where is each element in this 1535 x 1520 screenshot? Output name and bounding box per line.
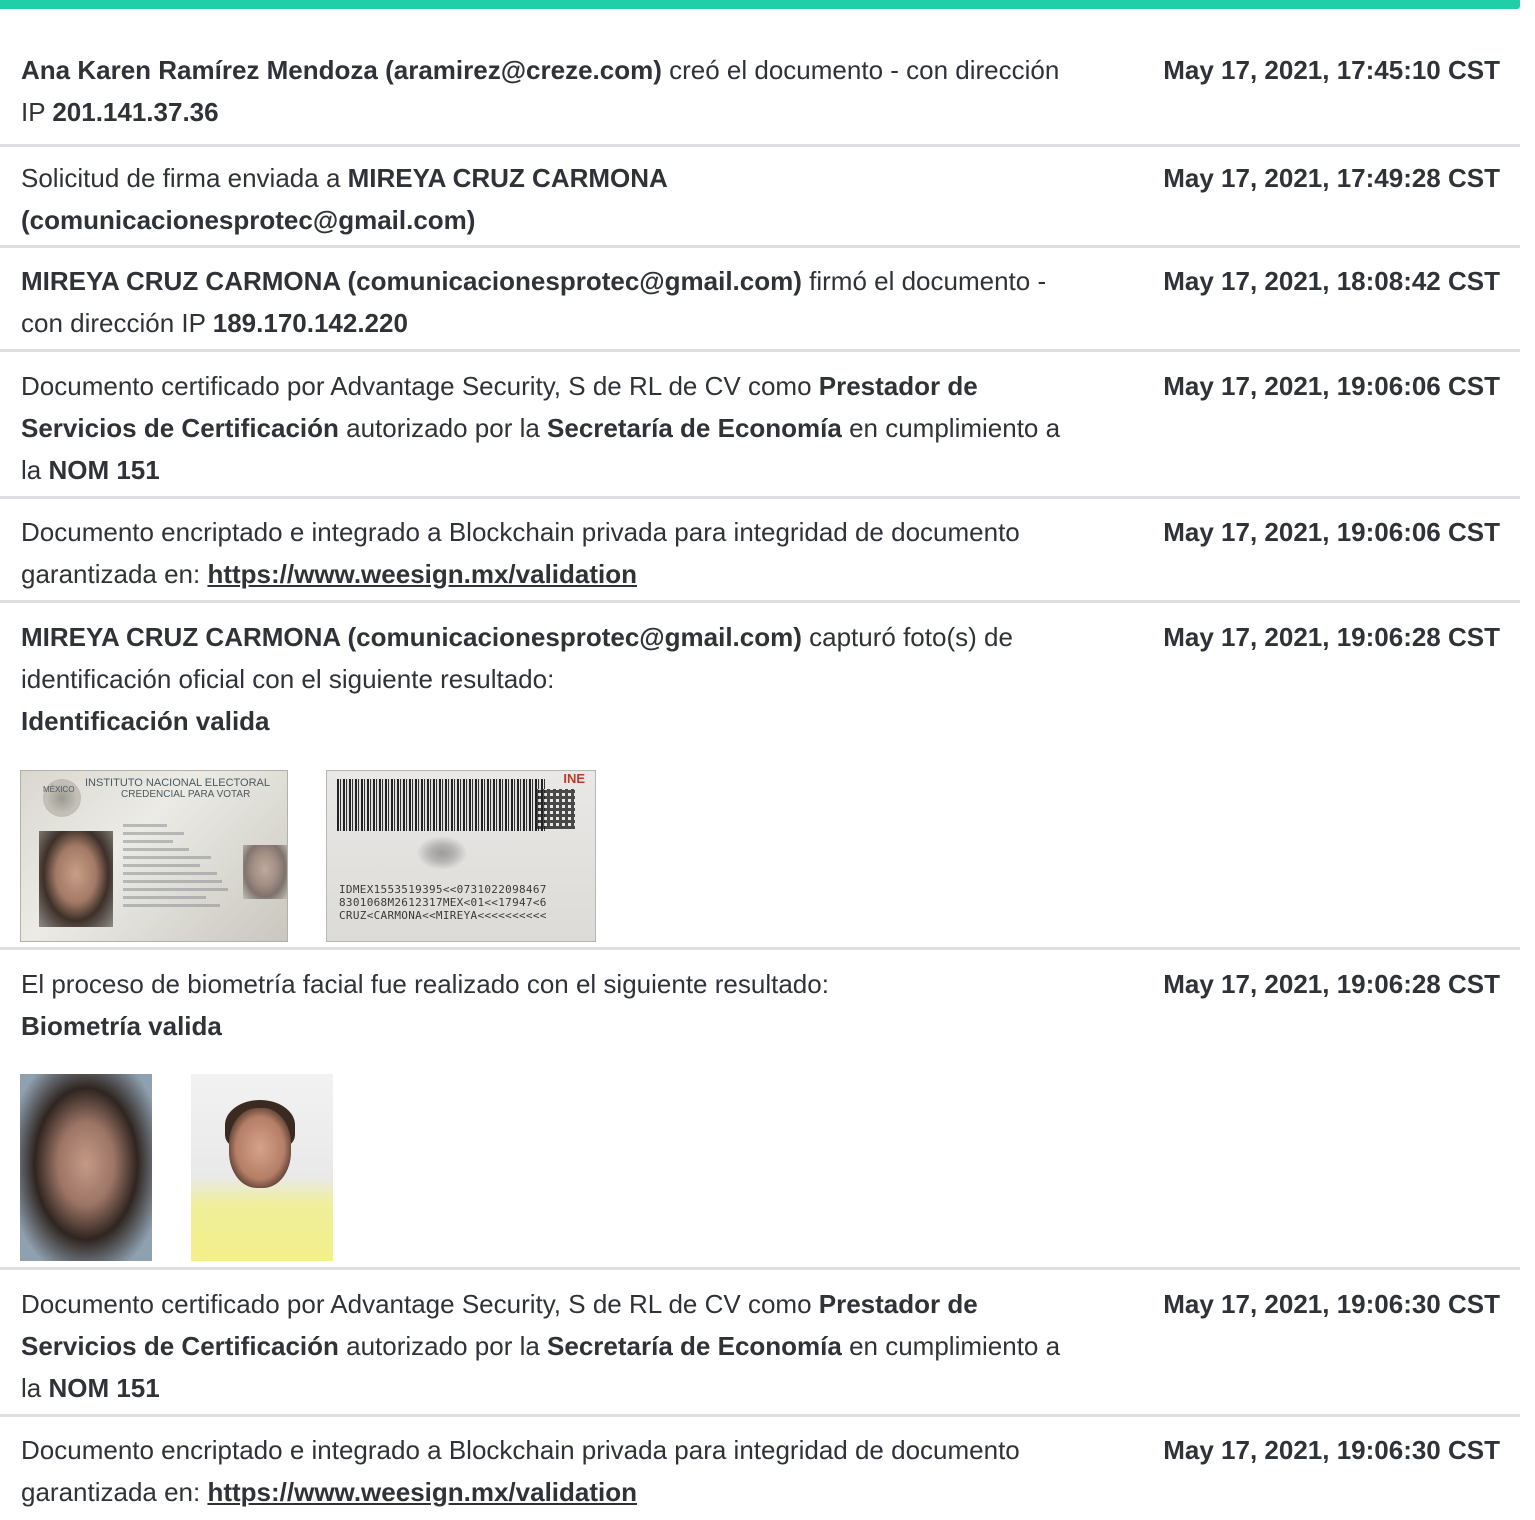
event-description: Documento encriptado e integrado a Block… (21, 511, 1083, 595)
text: autorizado por la (338, 413, 548, 443)
bold-text: Biometría valida (21, 1011, 222, 1041)
event-description: El proceso de biometría facial fue reali… (21, 963, 1083, 1047)
event-date: May 17, 2021, 18:08:42 CST (1163, 266, 1500, 296)
validation-link[interactable]: https://www.weesign.mx/validation (207, 1477, 637, 1507)
text: Solicitud de firma enviada a (21, 163, 348, 193)
event-description: MIREYA CRUZ CARMONA (comunicacionesprote… (21, 616, 1083, 742)
event-description: Solicitud de firma enviada a MIREYA CRUZ… (21, 157, 1083, 241)
id-ghost-portrait (243, 845, 287, 899)
event-row-sent: Solicitud de firma enviada a MIREYA CRUZ… (0, 144, 1520, 248)
barcode-icon (337, 779, 545, 831)
event-date: May 17, 2021, 17:49:28 CST (1163, 163, 1500, 193)
bold-text: Secretaría de Economía (547, 1331, 842, 1361)
event-description: Documento certificado por Advantage Secu… (21, 365, 1083, 491)
fingerprint-icon (412, 833, 472, 873)
id-card-title: INSTITUTO NACIONAL ELECTORAL (85, 777, 271, 789)
id-text-lines (123, 819, 233, 912)
bold-text: MIREYA CRUZ CARMONA (comunicacionesprote… (21, 266, 802, 296)
event-row-blockchain-1: Documento encriptado e integrado a Block… (0, 496, 1520, 603)
text: autorizado por la (338, 1331, 548, 1361)
id-front-photo: INSTITUTO NACIONAL ELECTORAL CREDENCIAL … (20, 770, 288, 942)
event-date: May 17, 2021, 17:45:10 CST (1163, 55, 1500, 85)
bold-text: 189.170.142.220 (212, 308, 408, 338)
event-date: May 17, 2021, 19:06:06 CST (1163, 517, 1500, 547)
event-description: MIREYA CRUZ CARMONA (comunicacionesprote… (21, 260, 1083, 344)
text: Documento certificado por Advantage Secu… (21, 1289, 819, 1319)
biometric-selfie-photo (191, 1074, 333, 1261)
id-portrait (39, 831, 113, 927)
accent-top-bar (0, 0, 1520, 9)
bold-text: Secretaría de Economía (547, 413, 842, 443)
event-date: May 17, 2021, 19:06:30 CST (1163, 1435, 1500, 1465)
event-row-biometrics: El proceso de biometría facial fue reali… (0, 947, 1520, 1270)
event-date: May 17, 2021, 19:06:28 CST (1163, 969, 1500, 999)
event-description: Documento certificado por Advantage Secu… (21, 1283, 1083, 1409)
id-card-subtitle: CREDENCIAL PARA VOTAR (121, 789, 251, 800)
selfie-face (229, 1108, 291, 1188)
event-date: May 17, 2021, 19:06:30 CST (1163, 1289, 1500, 1319)
bold-text: MIREYA CRUZ CARMONA (comunicacionesprote… (21, 622, 802, 652)
event-row-certified-1: Documento certificado por Advantage Secu… (0, 349, 1520, 499)
event-row-certified-2: Documento certificado por Advantage Secu… (0, 1267, 1520, 1417)
mrz-line: IDMEX1553519395<<0731022098467 (339, 883, 547, 896)
bold-text: Identificación valida (21, 706, 270, 736)
bold-text: NOM 151 (48, 1373, 160, 1403)
ine-logo: INE (563, 771, 585, 786)
event-row-created: Ana Karen Ramírez Mendoza (aramirez@crez… (0, 40, 1520, 144)
event-description: Ana Karen Ramírez Mendoza (aramirez@crez… (21, 49, 1083, 133)
bold-text: Ana Karen Ramírez Mendoza (aramirez@crez… (21, 55, 662, 85)
bold-text: NOM 151 (48, 455, 160, 485)
biometric-id-photo (20, 1074, 152, 1261)
event-description: Documento encriptado e integrado a Block… (21, 1429, 1083, 1513)
bold-text: 201.141.37.36 (52, 97, 219, 127)
qr-code-icon (535, 789, 575, 829)
event-row-blockchain-2: Documento encriptado e integrado a Block… (0, 1414, 1520, 1520)
id-card-country: MÉXICO (43, 785, 75, 794)
event-date: May 17, 2021, 19:06:28 CST (1163, 622, 1500, 652)
event-row-id-capture: MIREYA CRUZ CARMONA (comunicacionesprote… (0, 600, 1520, 950)
text: El proceso de biometría facial fue reali… (21, 969, 829, 999)
text: Documento certificado por Advantage Secu… (21, 371, 819, 401)
event-date: May 17, 2021, 19:06:06 CST (1163, 371, 1500, 401)
mrz-line: 8301068M2612317MEX<01<<17947<6 (339, 896, 547, 909)
event-row-signed: MIREYA CRUZ CARMONA (comunicacionesprote… (0, 245, 1520, 352)
validation-link[interactable]: https://www.weesign.mx/validation (207, 559, 637, 589)
mrz-line: CRUZ<CARMONA<<MIREYA<<<<<<<<<< (339, 909, 547, 922)
id-back-photo: INE IDMEX1553519395<<0731022098467 83010… (326, 770, 596, 942)
mrz-text: IDMEX1553519395<<0731022098467 8301068M2… (339, 883, 547, 922)
